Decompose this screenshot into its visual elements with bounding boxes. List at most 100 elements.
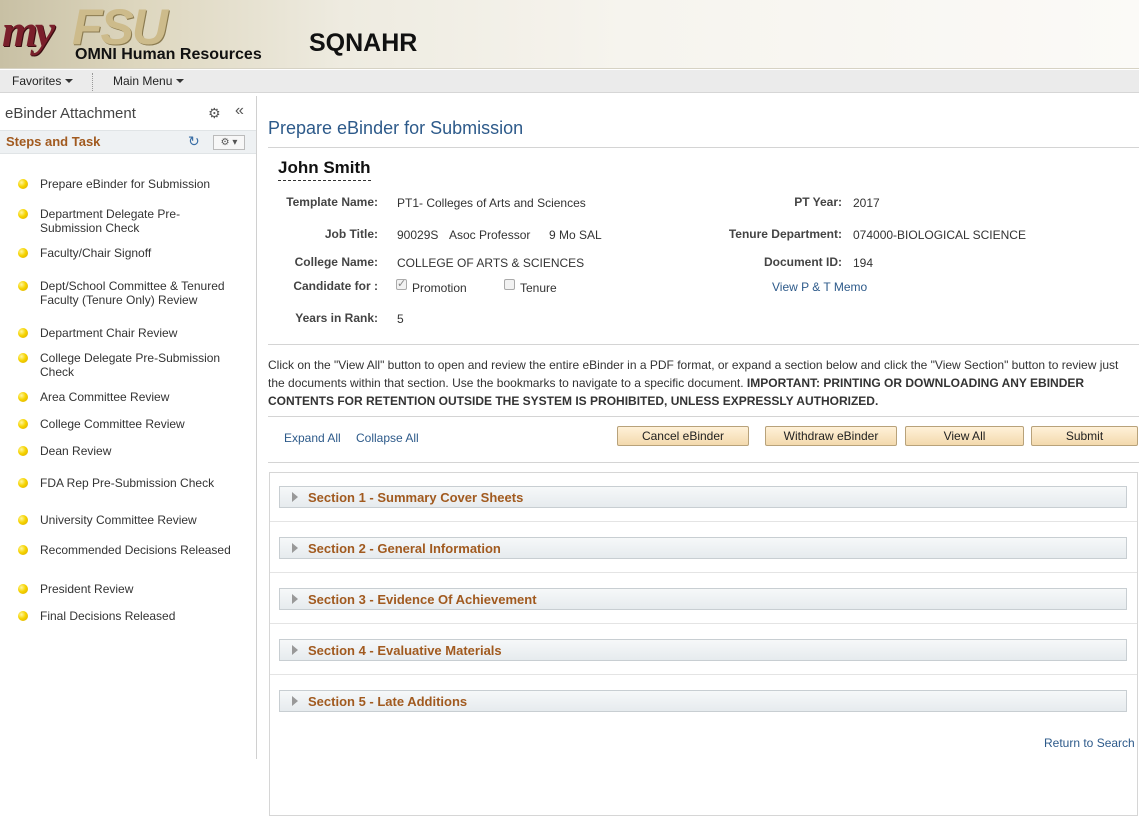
instructions-text: Click on the "View All" button to open a…: [268, 356, 1128, 410]
steps-title: Steps and Task: [6, 134, 101, 149]
app-subtitle: OMNI Human Resources: [75, 46, 262, 63]
page-title: Prepare eBinder for Submission: [268, 118, 524, 138]
section-title: Section 3 - Evidence Of Achievement: [308, 592, 537, 607]
step-label: Area Committee Review: [40, 390, 170, 404]
header-banner: my FSU OMNI Human Resources SQNAHR: [0, 0, 1139, 69]
status-dot-icon: [18, 515, 28, 525]
section-2-header[interactable]: Section 2 - General Information: [279, 537, 1127, 559]
step-label: College Delegate Pre-Submission Check: [40, 351, 221, 379]
job-title-label: Job Title:: [324, 227, 378, 241]
expand-arrow-icon: [292, 594, 298, 604]
status-dot-icon: [18, 446, 28, 456]
status-dot-icon: [18, 353, 28, 363]
view-all-button[interactable]: View All: [905, 426, 1024, 446]
step-label: Department Chair Review: [40, 326, 178, 340]
section-divider: [270, 521, 1137, 522]
divider: [268, 344, 1139, 345]
tenure-label: Tenure: [520, 281, 557, 295]
promotion-label: Promotion: [412, 281, 467, 295]
years-in-rank-value: 5: [397, 312, 404, 326]
promotion-checkbox[interactable]: [396, 277, 407, 290]
expand-arrow-icon: [292, 543, 298, 553]
status-dot-icon: [18, 478, 28, 488]
section-5-header[interactable]: Section 5 - Late Additions: [279, 690, 1127, 712]
main-menu-label: Main Menu: [113, 74, 173, 88]
steps-header: Steps and Task ↻ ⚙ ▾: [0, 130, 256, 154]
return-to-search-link[interactable]: Return to Search: [1044, 736, 1135, 750]
favorites-menu[interactable]: Favorites: [12, 74, 74, 88]
college-name-label: College Name:: [294, 255, 378, 269]
status-dot-icon: [18, 248, 28, 258]
expand-all-link[interactable]: Expand All: [284, 431, 341, 445]
step-label: University Committee Review: [40, 513, 197, 527]
document-id-value: 194: [853, 256, 874, 270]
section-title: Section 5 - Late Additions: [308, 694, 468, 709]
divider: [268, 416, 1139, 417]
section-1-header[interactable]: Section 1 - Summary Cover Sheets: [279, 486, 1127, 508]
step-label: Dean Review: [40, 444, 112, 458]
left-panel: eBinder Attachment ⚙ « Steps and Task ↻ …: [0, 96, 257, 759]
step-label: Dept/School Committee & Tenured Faculty …: [40, 279, 225, 307]
favorites-label: Favorites: [12, 74, 62, 88]
template-name-value: PT1- Colleges of Arts and Sciences: [397, 196, 586, 210]
step-label: Final Decisions Released: [40, 609, 176, 623]
gear-icon[interactable]: ⚙: [208, 105, 221, 122]
submit-button[interactable]: Submit: [1031, 426, 1138, 446]
status-dot-icon: [18, 419, 28, 429]
section-title: Section 4 - Evaluative Materials: [308, 643, 502, 658]
collapse-panel-icon[interactable]: «: [235, 102, 244, 120]
main-content: Prepare eBinder for Submission John Smit…: [258, 96, 1139, 816]
status-dot-icon: [18, 584, 28, 594]
panel-title: eBinder Attachment: [5, 105, 136, 122]
step-label: Prepare eBinder for Submission: [40, 177, 211, 191]
years-in-rank-label: Years in Rank:: [295, 311, 378, 325]
job-title-value: Asoc Professor: [449, 228, 531, 242]
sections-container: Section 1 - Summary Cover Sheets Section…: [269, 472, 1138, 816]
expand-arrow-icon: [292, 696, 298, 706]
chevron-down-icon: [176, 79, 185, 83]
step-label: College Committee Review: [40, 417, 185, 431]
status-dot-icon: [18, 179, 28, 189]
cancel-ebinder-button[interactable]: Cancel eBinder: [617, 426, 749, 446]
step-label: FDA Rep Pre-Submission Check: [40, 476, 215, 490]
section-3-header[interactable]: Section 3 - Evidence Of Achievement: [279, 588, 1127, 610]
nav-divider: [92, 73, 93, 91]
steps-settings-button[interactable]: ⚙ ▾: [213, 135, 245, 150]
section-divider: [270, 623, 1137, 624]
section-title: Section 2 - General Information: [308, 541, 501, 556]
status-dot-icon: [18, 209, 28, 219]
withdraw-ebinder-button[interactable]: Withdraw eBinder: [765, 426, 897, 446]
expand-arrow-icon: [292, 645, 298, 655]
environment-title: SQNAHR: [309, 29, 418, 57]
status-dot-icon: [18, 545, 28, 555]
status-dot-icon: [18, 328, 28, 338]
expand-arrow-icon: [292, 492, 298, 502]
step-label: Department Delegate Pre-Submission Check: [40, 207, 181, 235]
job-term-value: 9 Mo SAL: [549, 228, 602, 242]
section-title: Section 1 - Summary Cover Sheets: [308, 490, 524, 505]
refresh-icon[interactable]: ↻: [188, 133, 200, 150]
logo-my-text: my: [2, 5, 55, 56]
tenure-checkbox[interactable]: [504, 279, 515, 290]
chevron-down-icon: [65, 79, 74, 83]
job-code-value: 90029S: [397, 228, 439, 242]
status-dot-icon: [18, 392, 28, 402]
view-memo-link[interactable]: View P & T Memo: [772, 280, 867, 294]
tenure-department-value: 074000-BIOLOGICAL SCIENCE: [853, 228, 1026, 242]
status-dot-icon: [18, 611, 28, 621]
candidate-for-label: Candidate for :: [293, 279, 378, 293]
step-label: Recommended Decisions Released: [40, 543, 231, 557]
divider: [268, 147, 1139, 148]
status-dot-icon: [18, 281, 28, 291]
divider: [268, 462, 1139, 463]
collapse-all-link[interactable]: Collapse All: [356, 431, 419, 445]
pt-year-label: PT Year:: [794, 195, 842, 209]
section-divider: [270, 674, 1137, 675]
college-name-value: COLLEGE OF ARTS & SCIENCES: [397, 256, 585, 270]
pt-year-value: 2017: [853, 196, 880, 210]
section-divider: [270, 572, 1137, 573]
main-menu[interactable]: Main Menu: [113, 74, 185, 88]
person-name: John Smith: [278, 158, 371, 181]
section-4-header[interactable]: Section 4 - Evaluative Materials: [279, 639, 1127, 661]
tenure-department-label: Tenure Department:: [728, 227, 842, 241]
